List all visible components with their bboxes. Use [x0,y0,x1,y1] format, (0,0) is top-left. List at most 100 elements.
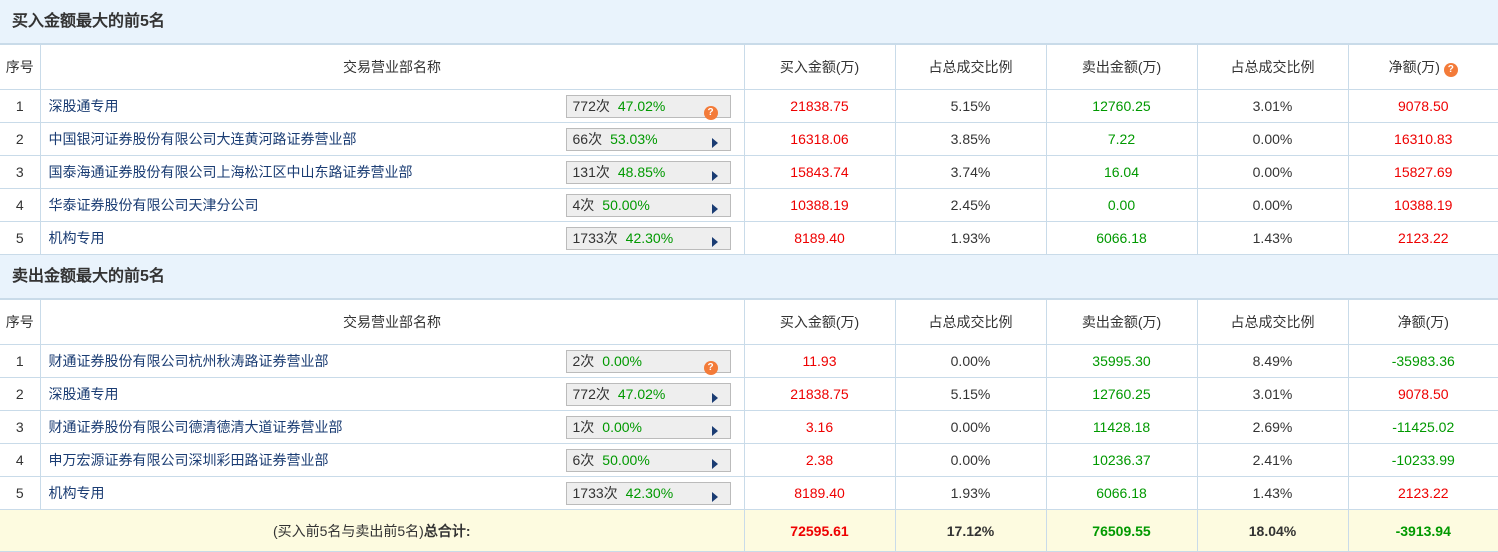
broker-link[interactable]: 申万宏源证券有限公司深圳彩田路证券营业部 [49,452,329,468]
broker-cell: 机构专用 1733次 42.30% [39,221,745,255]
net-amount: 2123.22 [1347,221,1498,255]
table-row: 4 申万宏源证券有限公司深圳彩田路证券营业部 6次 50.00% 2.38 0.0… [0,443,1498,477]
broker-link[interactable]: 财通证券股份有限公司杭州秋涛路证券营业部 [49,353,329,369]
sell-amount: 12760.25 [1045,377,1198,411]
expand-arrow-icon[interactable] [711,237,718,247]
sell-ratio: 8.49% [1196,344,1349,378]
sell-ratio: 0.00% [1196,122,1349,156]
buy-ratio: 0.00% [894,443,1047,477]
broker-cell: 机构专用 1733次 42.30% [39,476,745,510]
broker-cell: 申万宏源证券有限公司深圳彩田路证券营业部 6次 50.00% [39,443,745,477]
win-rate: 42.30% [625,230,674,246]
column-header: 占总成交比例 [1196,44,1349,90]
sell-ratio: 0.00% [1196,188,1349,222]
net-amount: -11425.02 [1347,410,1498,444]
total-row: (买入前5名与卖出前5名)总合计: 72595.61 17.12% 76509.… [0,509,1498,552]
broker-link[interactable]: 华泰证券股份有限公司天津分公司 [49,197,259,213]
buy-ratio: 3.74% [894,155,1047,189]
sell-ratio: 0.00% [1196,155,1349,189]
buy-ratio: 1.93% [894,476,1047,510]
win-rate: 47.02% [617,98,666,114]
trade-stats-badge[interactable]: 1次 0.00% [565,416,731,439]
column-header: 交易营业部名称 [39,44,745,90]
row-number: 3 [0,410,41,444]
trade-stats-badge[interactable]: 772次 47.02%? [565,95,731,120]
net-amount: 9078.50 [1347,377,1498,411]
expand-arrow-icon[interactable] [711,171,718,181]
sell-amount: 12760.25 [1045,89,1198,123]
trade-stats-badge[interactable]: 66次 53.03% [565,128,731,151]
trade-stats-badge[interactable]: 772次 47.02% [565,383,731,406]
net-amount: -35983.36 [1347,344,1498,378]
broker-cell: 财通证券股份有限公司杭州秋涛路证券营业部 2次 0.00%? [39,344,745,378]
buy-amount: 10388.19 [743,188,896,222]
broker-link[interactable]: 机构专用 [49,485,105,501]
win-rate: 0.00% [602,419,642,435]
column-header: 买入金额(万) [743,299,896,345]
question-icon[interactable]: ? [703,106,718,120]
broker-link[interactable]: 国泰海通证券股份有限公司上海松江区中山东路证券营业部 [49,164,413,180]
expand-arrow-icon[interactable] [711,138,718,148]
broker-link[interactable]: 财通证券股份有限公司德清德清大道证券营业部 [49,419,343,435]
sell-ratio: 1.43% [1196,221,1349,255]
trade-stats-badge[interactable]: 6次 50.00% [565,449,731,472]
help-icon[interactable]: ? [1443,63,1458,77]
broker-link[interactable]: 深股通专用 [49,98,119,114]
trade-count: 1733次 [572,230,618,246]
broker-link[interactable]: 深股通专用 [49,386,119,402]
sell-amount: 0.00 [1045,188,1198,222]
section-title: 卖出金额最大的前5名 [0,255,1498,299]
buy-amount: 15843.74 [743,155,896,189]
net-amount: 10388.19 [1347,188,1498,222]
win-rate: 50.00% [602,452,650,468]
trade-stats-badge[interactable]: 4次 50.00% [565,194,731,217]
sell-amount: 6066.18 [1045,221,1198,255]
row-number: 5 [0,476,41,510]
total-sell: 76509.55 [1045,509,1198,552]
total-net: -3913.94 [1347,509,1498,552]
net-amount: -10233.99 [1347,443,1498,477]
broker-link[interactable]: 机构专用 [49,230,105,246]
sell-ratio: 1.43% [1196,476,1349,510]
row-number: 2 [0,377,41,411]
trade-stats-badge[interactable]: 131次 48.85% [565,161,731,184]
buy-amount: 8189.40 [743,476,896,510]
trade-stats-badge[interactable]: 1733次 42.30% [565,482,731,505]
net-amount: 15827.69 [1347,155,1498,189]
broker-link[interactable]: 中国银河证券股份有限公司大连黄河路证券营业部 [49,131,357,147]
column-header: 买入金额(万) [743,44,896,90]
expand-arrow-icon[interactable] [711,393,718,403]
expand-arrow-icon[interactable] [711,204,718,214]
table-row: 5 机构专用 1733次 42.30% 8189.40 1.93% 6066.18… [0,476,1498,510]
sell-amount: 35995.30 [1045,344,1198,378]
expand-arrow-icon[interactable] [711,426,718,436]
buy-amount: 2.38 [743,443,896,477]
row-number: 2 [0,122,41,156]
trade-count: 772次 [572,98,610,114]
column-header: 序号 [0,44,41,90]
table-row: 2 深股通专用 772次 47.02% 21838.75 5.15% 12760.… [0,377,1498,411]
buy-ratio: 0.00% [894,410,1047,444]
win-rate: 48.85% [617,164,666,180]
total-label: (买入前5名与卖出前5名)总合计: [0,509,745,552]
row-number: 3 [0,155,41,189]
row-number: 5 [0,221,41,255]
table-row: 5 机构专用 1733次 42.30% 8189.40 1.93% 6066.18… [0,221,1498,255]
broker-cell: 国泰海通证券股份有限公司上海松江区中山东路证券营业部 131次 48.85% [39,155,745,189]
trade-count: 4次 [572,197,595,213]
total-sell-ratio: 18.04% [1196,509,1349,552]
table-row: 3 财通证券股份有限公司德清德清大道证券营业部 1次 0.00% 3.16 0.0… [0,410,1498,444]
sell-ratio: 2.69% [1196,410,1349,444]
question-icon[interactable]: ? [703,361,718,375]
trade-stats-badge[interactable]: 2次 0.00%? [565,350,731,375]
net-amount: 2123.22 [1347,476,1498,510]
sell-amount: 10236.37 [1045,443,1198,477]
broker-cell: 深股通专用 772次 47.02%? [39,89,745,123]
broker-cell: 财通证券股份有限公司德清德清大道证券营业部 1次 0.00% [39,410,745,444]
table-row: 4 华泰证券股份有限公司天津分公司 4次 50.00% 10388.19 2.45… [0,188,1498,222]
expand-arrow-icon[interactable] [711,459,718,469]
column-header: 卖出金额(万) [1045,299,1198,345]
buy-ratio: 3.85% [894,122,1047,156]
trade-stats-badge[interactable]: 1733次 42.30% [565,227,731,250]
expand-arrow-icon[interactable] [711,492,718,502]
